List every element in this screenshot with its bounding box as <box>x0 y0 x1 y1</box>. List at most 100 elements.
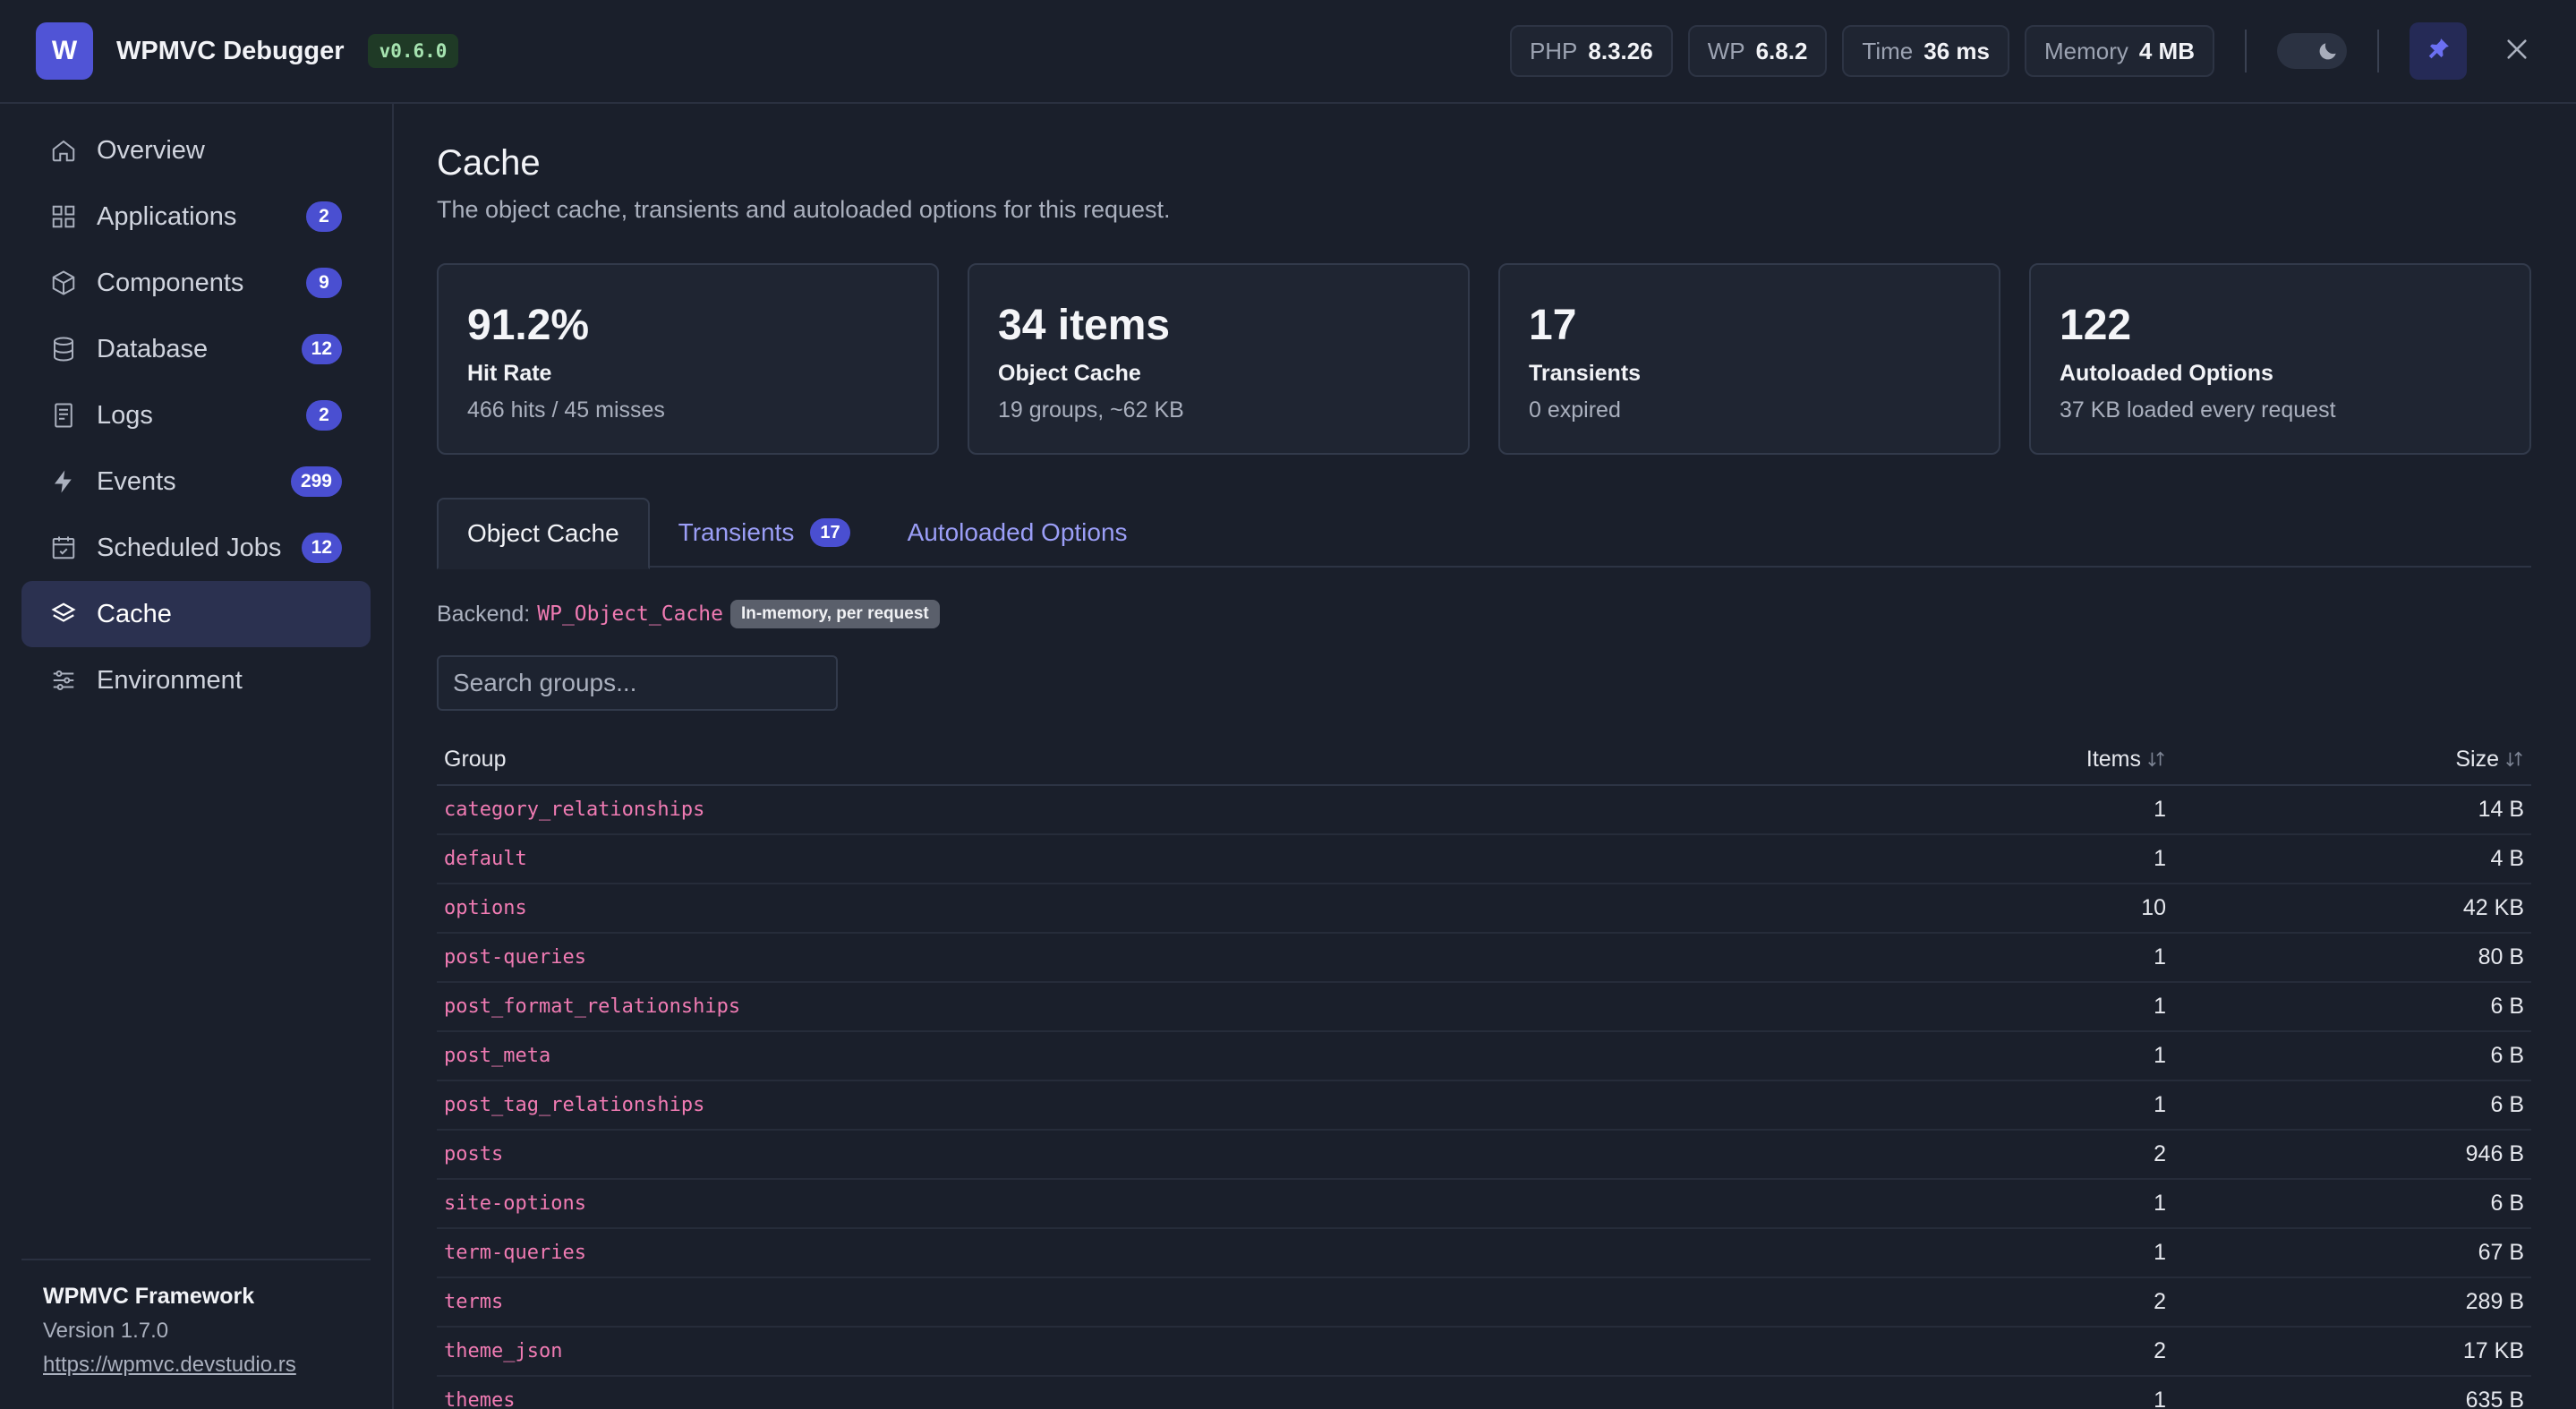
column-header-items[interactable]: Items <box>1969 747 2166 773</box>
sort-icon <box>2504 749 2524 769</box>
size-cell: 6 B <box>2490 994 2524 1019</box>
wp-version-pill: WP 6.8.2 <box>1687 25 1828 77</box>
table-row: default 1 4 B <box>437 835 2531 884</box>
count-badge: 12 <box>301 533 342 563</box>
sidebar-item-components[interactable]: Components 9 <box>21 250 371 316</box>
group-cell: post_meta <box>444 1045 551 1067</box>
page-subtitle: The object cache, transients and autoloa… <box>437 196 1171 223</box>
sidebar-item-label: Overview <box>97 135 205 165</box>
calendar-icon <box>48 533 79 563</box>
page-title: Cache <box>437 143 541 183</box>
table-row: category_relationships 1 14 B <box>437 786 2531 835</box>
card-value: 17 <box>1529 302 1577 349</box>
card-description: 37 KB loaded every request <box>2060 397 2336 423</box>
layers-icon <box>48 599 79 629</box>
tab-transients[interactable]: Transients 17 <box>650 498 879 568</box>
sidebar: Overview Applications 2 Components 9 Dat… <box>0 104 394 1409</box>
hit-rate-card: 91.2% Hit Rate 466 hits / 45 misses <box>437 263 939 455</box>
sidebar-item-logs[interactable]: Logs 2 <box>21 382 371 448</box>
version-badge: v0.6.0 <box>367 34 459 68</box>
app-title: WPMVC Debugger <box>116 36 345 65</box>
sidebar-item-database[interactable]: Database 12 <box>21 316 371 382</box>
group-cell: post-queries <box>444 946 586 969</box>
items-cell: 2 <box>2154 1338 2166 1363</box>
size-cell: 6 B <box>2490 1092 2524 1117</box>
tab-label: Object Cache <box>467 519 619 547</box>
app-logo: W <box>36 22 93 80</box>
size-cell: 289 B <box>2465 1289 2524 1314</box>
framework-link[interactable]: https://wpmvc.devstudio.rs <box>43 1353 349 1378</box>
stat-value: 36 ms <box>1923 37 1990 64</box>
header-divider <box>2245 30 2247 73</box>
pin-button[interactable] <box>2410 22 2467 80</box>
database-icon <box>48 334 79 364</box>
table-row: options 10 42 KB <box>437 884 2531 934</box>
search-input[interactable] <box>437 655 838 711</box>
tab-label: Transients <box>678 518 795 546</box>
size-cell: 4 B <box>2490 846 2524 871</box>
stat-key: WP <box>1707 37 1745 64</box>
sidebar-item-applications[interactable]: Applications 2 <box>21 184 371 250</box>
card-description: 19 groups, ~62 KB <box>998 397 1184 423</box>
group-cell: themes <box>444 1389 516 1409</box>
transients-card: 17 Transients 0 expired <box>1498 263 2000 455</box>
size-cell: 6 B <box>2490 1043 2524 1068</box>
sidebar-nav: Overview Applications 2 Components 9 Dat… <box>0 104 392 713</box>
sidebar-item-label: Database <box>97 334 209 363</box>
sidebar-item-events[interactable]: Events 299 <box>21 448 371 515</box>
group-cell: theme_json <box>444 1340 563 1362</box>
sidebar-item-environment[interactable]: Environment <box>21 647 371 713</box>
items-cell: 1 <box>2154 994 2166 1019</box>
group-cell: post_tag_relationships <box>444 1094 705 1116</box>
stat-key: Memory <box>2043 37 2128 64</box>
column-header-size[interactable]: Size <box>2166 747 2524 773</box>
backend-info: Backend: WP_Object_Cache In-memory, per … <box>437 600 2531 628</box>
group-cell: category_relationships <box>444 798 705 821</box>
tab-autoloaded-options[interactable]: Autoloaded Options <box>879 498 1156 568</box>
cache-tabs: Object Cache Transients 17 Autoloaded Op… <box>437 498 2531 569</box>
stat-value: 8.3.26 <box>1588 37 1653 64</box>
card-title: Hit Rate <box>467 361 552 386</box>
card-value: 91.2% <box>467 302 590 349</box>
sidebar-item-cache[interactable]: Cache <box>21 581 371 647</box>
header-toolbar: PHP 8.3.26 WP 6.8.2 Time 36 ms Memory 4 … <box>1495 22 2540 80</box>
card-title: Autoloaded Options <box>2060 361 2273 386</box>
card-title: Object Cache <box>998 361 1141 386</box>
close-button[interactable] <box>2494 28 2540 74</box>
count-badge: 17 <box>810 518 850 547</box>
count-badge: 9 <box>306 268 342 298</box>
table-row: post_format_relationships 1 6 B <box>437 983 2531 1032</box>
sidebar-item-label: Applications <box>97 201 237 231</box>
table-row: post_meta 1 6 B <box>437 1032 2531 1081</box>
grid-icon <box>48 201 79 232</box>
items-cell: 2 <box>2154 1141 2166 1166</box>
column-label: Size <box>2455 746 2499 772</box>
time-pill: Time 36 ms <box>1842 25 2009 77</box>
pin-icon <box>2425 36 2452 67</box>
memory-pill: Memory 4 MB <box>2024 25 2214 77</box>
stat-cards: 91.2% Hit Rate 466 hits / 45 misses 34 i… <box>437 263 2531 455</box>
main-content: Cache The object cache, transients and a… <box>437 104 2531 1409</box>
sidebar-item-label: Components <box>97 268 244 297</box>
lightning-icon <box>48 466 79 497</box>
table-row: posts 2 946 B <box>437 1131 2531 1180</box>
theme-toggle[interactable] <box>2277 33 2347 69</box>
items-cell: 1 <box>2154 1388 2166 1409</box>
column-header-group[interactable]: Group <box>444 747 1969 773</box>
sidebar-item-label: Logs <box>97 400 153 430</box>
items-cell: 1 <box>2154 1092 2166 1117</box>
group-cell: posts <box>444 1143 504 1166</box>
card-description: 0 expired <box>1529 397 1621 423</box>
group-cell: term-queries <box>444 1242 586 1264</box>
count-badge: 299 <box>290 466 342 497</box>
sidebar-item-overview[interactable]: Overview <box>21 117 371 184</box>
cube-icon <box>48 268 79 298</box>
table-row: theme_json 2 17 KB <box>437 1328 2531 1377</box>
document-icon <box>48 400 79 431</box>
table-row: post-queries 1 80 B <box>437 934 2531 983</box>
sidebar-item-scheduled-jobs[interactable]: Scheduled Jobs 12 <box>21 515 371 581</box>
tab-object-cache[interactable]: Object Cache <box>437 498 650 569</box>
table-header: Group Items Size <box>437 734 2531 786</box>
group-cell: default <box>444 848 527 870</box>
group-cell: site-options <box>444 1192 586 1215</box>
